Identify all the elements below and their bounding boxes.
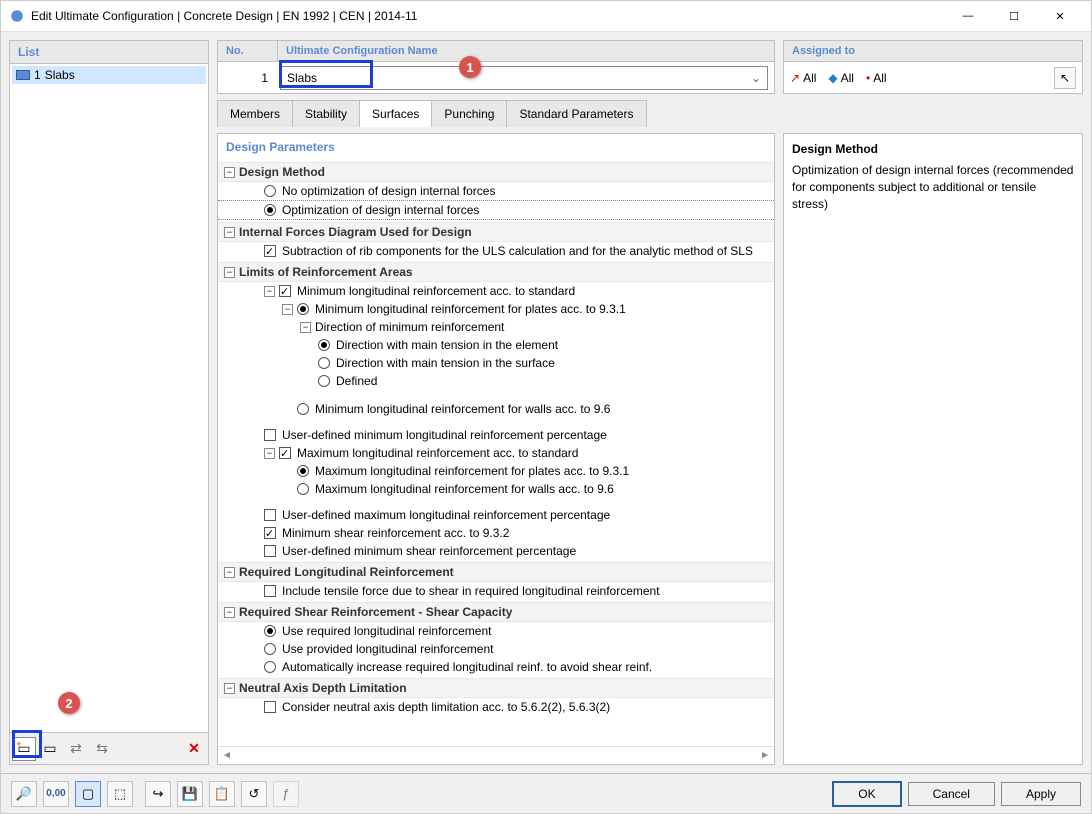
script-button[interactable]: ƒ: [273, 781, 299, 807]
name-panel: No. Ultimate Configuration Name 1 Slabs …: [217, 40, 775, 94]
config-number: 1: [218, 71, 278, 85]
titlebar: Edit Ultimate Configuration | Concrete D…: [1, 1, 1091, 32]
tab-punching[interactable]: Punching: [432, 100, 507, 127]
copy-button[interactable]: 📋: [209, 781, 235, 807]
cancel-button[interactable]: Cancel: [908, 782, 995, 806]
collapse-icon[interactable]: −: [224, 607, 235, 618]
ok-button[interactable]: OK: [832, 781, 901, 807]
footer: 🔎 0,00 ▢ ⬚ ↪ 💾 📋 ↺ ƒ OK Cancel Apply: [1, 773, 1091, 813]
user-min-pct-check[interactable]: User-defined minimum longitudinal reinfo…: [218, 426, 774, 444]
assigned-panel: Assigned to ↗All ◆All •All ↖: [783, 40, 1083, 94]
reset-button[interactable]: ↺: [241, 781, 267, 807]
assigned-members[interactable]: ↗All: [790, 71, 816, 85]
dir-elem-radio[interactable]: Direction with main tension in the eleme…: [218, 336, 774, 354]
tab-stability[interactable]: Stability: [293, 100, 360, 127]
no-header: No.: [218, 41, 278, 61]
max-walls-radio[interactable]: Maximum longitudinal reinforcement for w…: [218, 480, 774, 498]
tensile-check[interactable]: Include tensile force due to shear in re…: [218, 582, 774, 600]
tabs: Members Stability Surfaces Punching Stan…: [217, 100, 1083, 127]
app-icon: [9, 8, 25, 24]
item-icon: [16, 70, 30, 80]
list-item[interactable]: 1 Slabs: [12, 66, 206, 84]
collapse-icon[interactable]: −: [224, 683, 235, 694]
group-req-long[interactable]: −Required Longitudinal Reinforcement: [218, 562, 774, 582]
copy-config-button[interactable]: ▭: [38, 737, 62, 761]
info-title: Design Method: [792, 142, 1074, 156]
opt-on-radio[interactable]: Optimization of design internal forces: [218, 200, 774, 220]
dir-title-row[interactable]: −Direction of minimum reinforcement: [218, 318, 774, 336]
max-plates-radio[interactable]: Maximum longitudinal reinforcement for p…: [218, 462, 774, 480]
item-label: Slabs: [45, 68, 75, 82]
import-button[interactable]: ↪: [145, 781, 171, 807]
opt-none-radio[interactable]: No optimization of design internal force…: [218, 182, 774, 200]
dir-surf-radio[interactable]: Direction with main tension in the surfa…: [218, 354, 774, 372]
list-panel: List 1 Slabs 2 ▭ ▭ ⇄ ⇆ ✕: [9, 40, 209, 765]
min-walls-radio[interactable]: Minimum longitudinal reinforcement for w…: [218, 400, 774, 418]
collapse-icon[interactable]: −: [224, 567, 235, 578]
assigned-nodes[interactable]: •All: [866, 71, 887, 85]
group-req-shear[interactable]: −Required Shear Reinforcement - Shear Ca…: [218, 602, 774, 622]
auto-radio[interactable]: Automatically increase required longitud…: [218, 658, 774, 676]
assigned-header: Assigned to: [784, 41, 1082, 61]
min-std-check[interactable]: −Minimum longitudinal reinforcement acc.…: [218, 282, 774, 300]
collapse-icon[interactable]: −: [224, 267, 235, 278]
minimize-button[interactable]: —: [945, 1, 991, 31]
info-body: Optimization of design internal forces (…: [792, 162, 1074, 212]
info-panel: Design Method Optimization of design int…: [783, 133, 1083, 765]
window-title: Edit Ultimate Configuration | Concrete D…: [31, 9, 945, 23]
tab-members[interactable]: Members: [217, 100, 293, 127]
config-name-input[interactable]: Slabs ⌄: [280, 66, 768, 90]
use-req-radio[interactable]: Use required longitudinal reinforcement: [218, 622, 774, 640]
save-button[interactable]: 💾: [177, 781, 203, 807]
group-design-method[interactable]: −Design Method: [218, 162, 774, 182]
new-config-button[interactable]: ▭: [12, 737, 36, 761]
params-header: Design Parameters: [218, 134, 774, 160]
view-button[interactable]: ▢: [75, 781, 101, 807]
name-header: Ultimate Configuration Name: [278, 41, 774, 61]
sub-rib-check[interactable]: Subtraction of rib components for the UL…: [218, 242, 774, 260]
use-prov-radio[interactable]: Use provided longitudinal reinforcement: [218, 640, 774, 658]
group-limits[interactable]: −Limits of Reinforcement Areas: [218, 262, 774, 282]
toolbar-button-3[interactable]: ⇄: [64, 737, 88, 761]
toolbar-button-4[interactable]: ⇆: [90, 737, 114, 761]
callout-1: 1: [459, 56, 481, 78]
list-header: List: [10, 41, 208, 64]
chevron-down-icon: ⌄: [751, 71, 761, 85]
structure-button[interactable]: ⬚: [107, 781, 133, 807]
list-toolbar: ▭ ▭ ⇄ ⇆ ✕: [10, 732, 208, 764]
neutral-check[interactable]: Consider neutral axis depth limitation a…: [218, 698, 774, 716]
collapse-icon[interactable]: −: [224, 167, 235, 178]
min-shear-check[interactable]: Minimum shear reinforcement acc. to 9.3.…: [218, 524, 774, 542]
maximize-button[interactable]: ☐: [991, 1, 1037, 31]
params-tree-panel: Design Parameters −Design Method No opti…: [217, 133, 775, 765]
tab-standard-parameters[interactable]: Standard Parameters: [507, 100, 646, 127]
min-plates-radio[interactable]: −Minimum longitudinal reinforcement for …: [218, 300, 774, 318]
horizontal-scrollbar[interactable]: ◄►: [218, 746, 774, 764]
config-name-text: Slabs: [287, 71, 317, 85]
collapse-icon[interactable]: −: [224, 227, 235, 238]
tab-surfaces[interactable]: Surfaces: [360, 100, 432, 127]
callout-2: 2: [58, 692, 80, 714]
group-neutral[interactable]: −Neutral Axis Depth Limitation: [218, 678, 774, 698]
user-shear-pct-check[interactable]: User-defined minimum shear reinforcement…: [218, 542, 774, 560]
pick-objects-button[interactable]: ↖: [1054, 67, 1076, 89]
units-button[interactable]: 0,00: [43, 781, 69, 807]
delete-config-button[interactable]: ✕: [182, 737, 206, 761]
group-ifd[interactable]: −Internal Forces Diagram Used for Design: [218, 222, 774, 242]
apply-button[interactable]: Apply: [1001, 782, 1081, 806]
dir-def-radio[interactable]: Defined: [218, 372, 774, 390]
item-num: 1: [34, 68, 41, 82]
help-button[interactable]: 🔎: [11, 781, 37, 807]
user-max-pct-check[interactable]: User-defined maximum longitudinal reinfo…: [218, 506, 774, 524]
assigned-surfaces[interactable]: ◆All: [828, 71, 854, 85]
list-body: 1 Slabs 2: [10, 64, 208, 732]
max-std-check[interactable]: −Maximum longitudinal reinforcement acc.…: [218, 444, 774, 462]
close-button[interactable]: ✕: [1037, 1, 1083, 31]
